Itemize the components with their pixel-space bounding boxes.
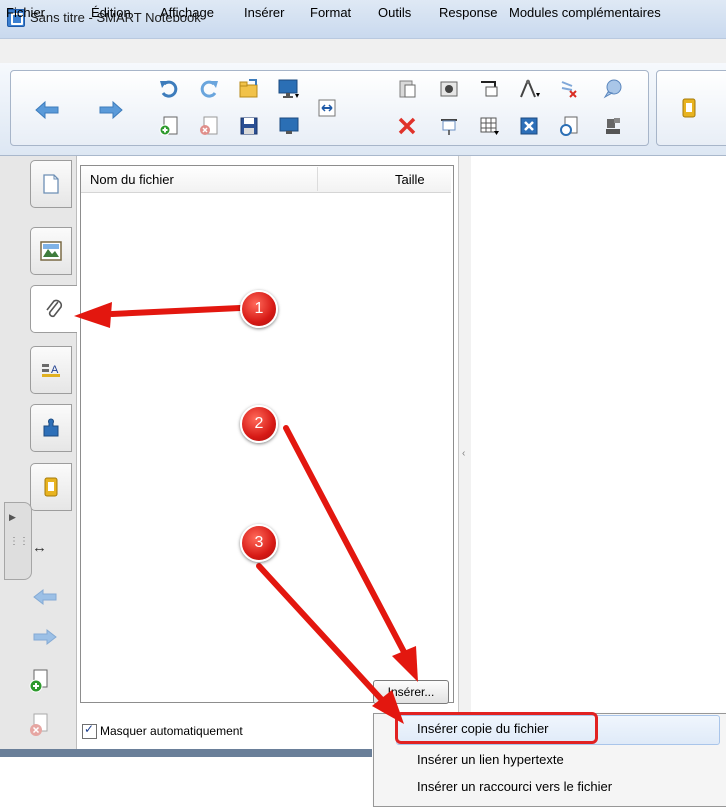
arrow-3 [256,563,404,724]
arrow-1 [74,302,243,328]
arrow-2 [283,425,418,682]
callout-badge-1: 1 [240,290,278,328]
callout-badge-3: 3 [240,524,278,562]
annotation-arrows [74,302,418,724]
callout-badge-2: 2 [240,405,278,443]
